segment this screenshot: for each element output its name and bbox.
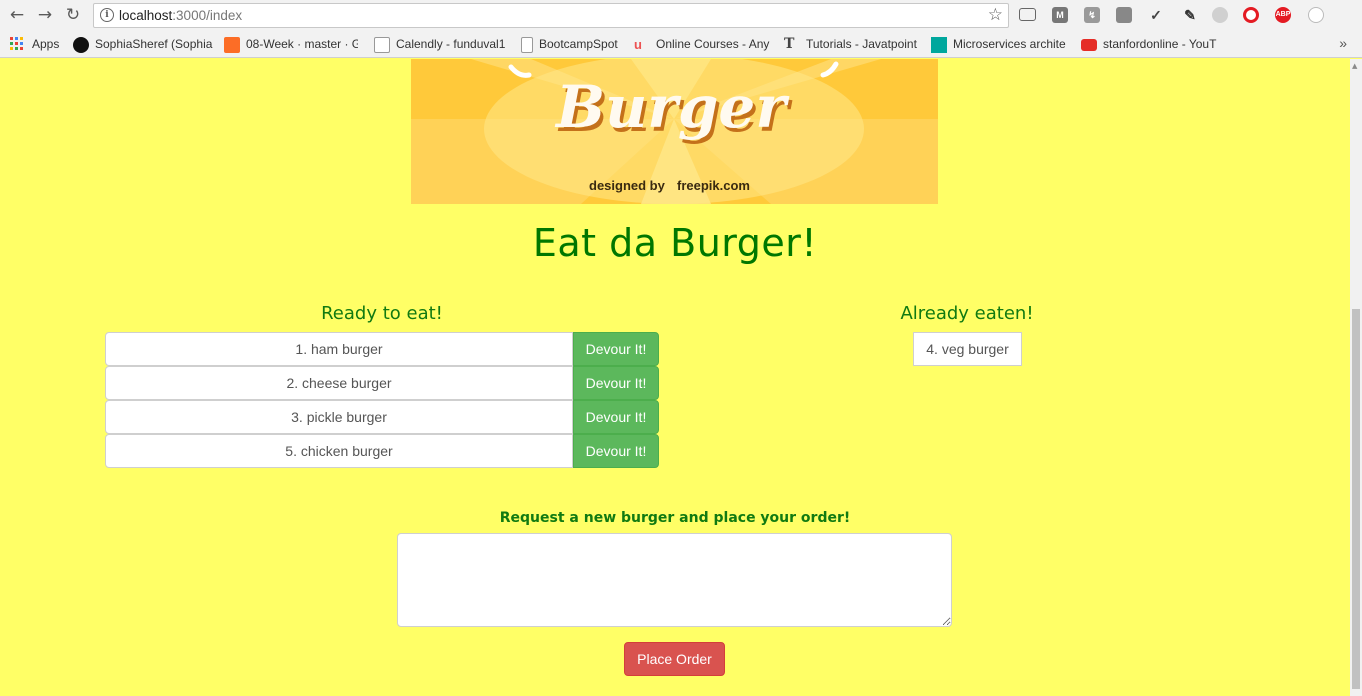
bookmark-javatpoint[interactable]: T Tutorials - Javatpoint (784, 37, 924, 53)
bookmark-gitlab[interactable]: 08-Week · master · Gi (224, 37, 358, 53)
address-bar[interactable]: i localhost:3000/index ☆ (93, 3, 1009, 28)
discord-icon[interactable] (1212, 7, 1228, 23)
profile-icon[interactable] (1308, 7, 1324, 23)
ready-list: 1. ham burger Devour It! 2. cheese burge… (105, 332, 659, 468)
apps-grid-icon (10, 37, 24, 51)
burger-order-textarea[interactable] (397, 533, 952, 627)
colorpicker-icon[interactable]: ✎ (1182, 7, 1198, 23)
site-info-icon[interactable]: i (100, 8, 114, 22)
eaten-heading: Already eaten! (900, 303, 1034, 324)
bookmark-bootcampspot[interactable]: BootcampSpot (521, 37, 631, 53)
list-item: 3. pickle burger Devour It! (105, 400, 659, 434)
javatpoint-icon: T (784, 37, 795, 52)
bookmark-apps[interactable]: Apps (10, 37, 59, 53)
bookmark-star-icon[interactable]: ☆ (988, 5, 1003, 25)
bookmark-stanfordonline[interactable]: stanfordonline - YouT (1081, 37, 1219, 53)
youtube-icon (1081, 39, 1097, 51)
opera-icon[interactable] (1243, 7, 1259, 23)
udemy-icon: u (634, 37, 642, 52)
request-label: Request a new burger and place your orde… (499, 510, 851, 526)
burger-name: 3. pickle burger (105, 400, 573, 434)
banner-logo-text: Burger (554, 73, 790, 141)
bookmark-udemy[interactable]: u Online Courses - Any (634, 37, 770, 53)
url-text: localhost:3000/index (119, 8, 243, 23)
list-item: 5. chicken burger Devour It! (105, 434, 659, 468)
teal-square-icon (931, 37, 947, 53)
reload-icon[interactable]: ↻ (62, 5, 84, 27)
devour-button[interactable]: Devour It! (573, 400, 659, 434)
bookmark-github[interactable]: SophiaSheref (Sophia (73, 37, 213, 53)
bookmark-label: Tutorials - Javatpoint (806, 37, 917, 51)
back-icon[interactable]: ← (6, 5, 28, 27)
more-bookmarks-icon[interactable]: » (1339, 35, 1347, 51)
cast-icon[interactable] (1019, 8, 1036, 21)
github-icon (73, 37, 89, 53)
page-icon (521, 37, 533, 53)
bookmark-microservices[interactable]: Microservices archite (931, 37, 1068, 53)
bookmark-label: BootcampSpot (539, 37, 618, 51)
bookmark-label: 08-Week · master · Gi (246, 37, 358, 51)
bookmark-calendly[interactable]: Calendly - funduval1 (374, 37, 514, 53)
pocket-icon[interactable] (1116, 7, 1132, 23)
adblock-icon[interactable]: ABP (1275, 7, 1291, 23)
devour-button[interactable]: Devour It! (573, 434, 659, 468)
devour-button[interactable]: Devour It! (573, 332, 659, 366)
banner-credit-brand: freepik.com (677, 178, 750, 193)
pdf-icon[interactable]: ↯ (1084, 7, 1100, 23)
bookmark-label: Online Courses - Any (656, 37, 770, 51)
burger-name: 5. chicken burger (105, 434, 573, 468)
bookmark-label: SophiaSheref (Sophia (95, 37, 213, 51)
m-extension-icon[interactable]: M (1052, 7, 1068, 23)
forward-icon[interactable]: → (34, 5, 56, 27)
bookmark-label: Apps (32, 37, 60, 51)
list-item: 2. cheese burger Devour It! (105, 366, 659, 400)
devour-button[interactable]: Devour It! (573, 366, 659, 400)
banner-credit-designed: designed by (589, 178, 666, 193)
burger-name: 2. cheese burger (105, 366, 573, 400)
calendly-icon (374, 37, 390, 53)
eaten-burger-item: 4. veg burger (913, 332, 1022, 366)
place-order-button[interactable]: Place Order (624, 642, 725, 676)
scroll-up-icon[interactable]: ▲ (1352, 62, 1357, 70)
page-scrollbar[interactable]: ▲ (1350, 59, 1362, 696)
burger-banner: Burger Burger designed by freepik.com (411, 59, 938, 204)
bookmarks-bar: Apps SophiaSheref (Sophia 08-Week · mast… (0, 31, 1362, 58)
bookmark-label: stanfordonline - YouT (1103, 37, 1217, 51)
bookmark-label: Calendly - funduval1 (396, 37, 506, 51)
browser-toolbar: ← → ↻ i localhost:3000/index ☆ M ↯ ✓ ✎ A… (0, 0, 1362, 31)
page-title: Eat da Burger! (532, 221, 818, 265)
burger-name: 1. ham burger (105, 332, 573, 366)
ready-heading: Ready to eat! (321, 303, 443, 324)
eyedropper-icon[interactable]: ✓ (1148, 7, 1164, 23)
scroll-thumb[interactable] (1352, 309, 1360, 689)
bookmark-label: Microservices archite (953, 37, 1066, 51)
gitlab-icon (224, 37, 240, 53)
page-content: Burger Burger designed by freepik.com Ea… (0, 59, 1350, 696)
list-item: 1. ham burger Devour It! (105, 332, 659, 366)
